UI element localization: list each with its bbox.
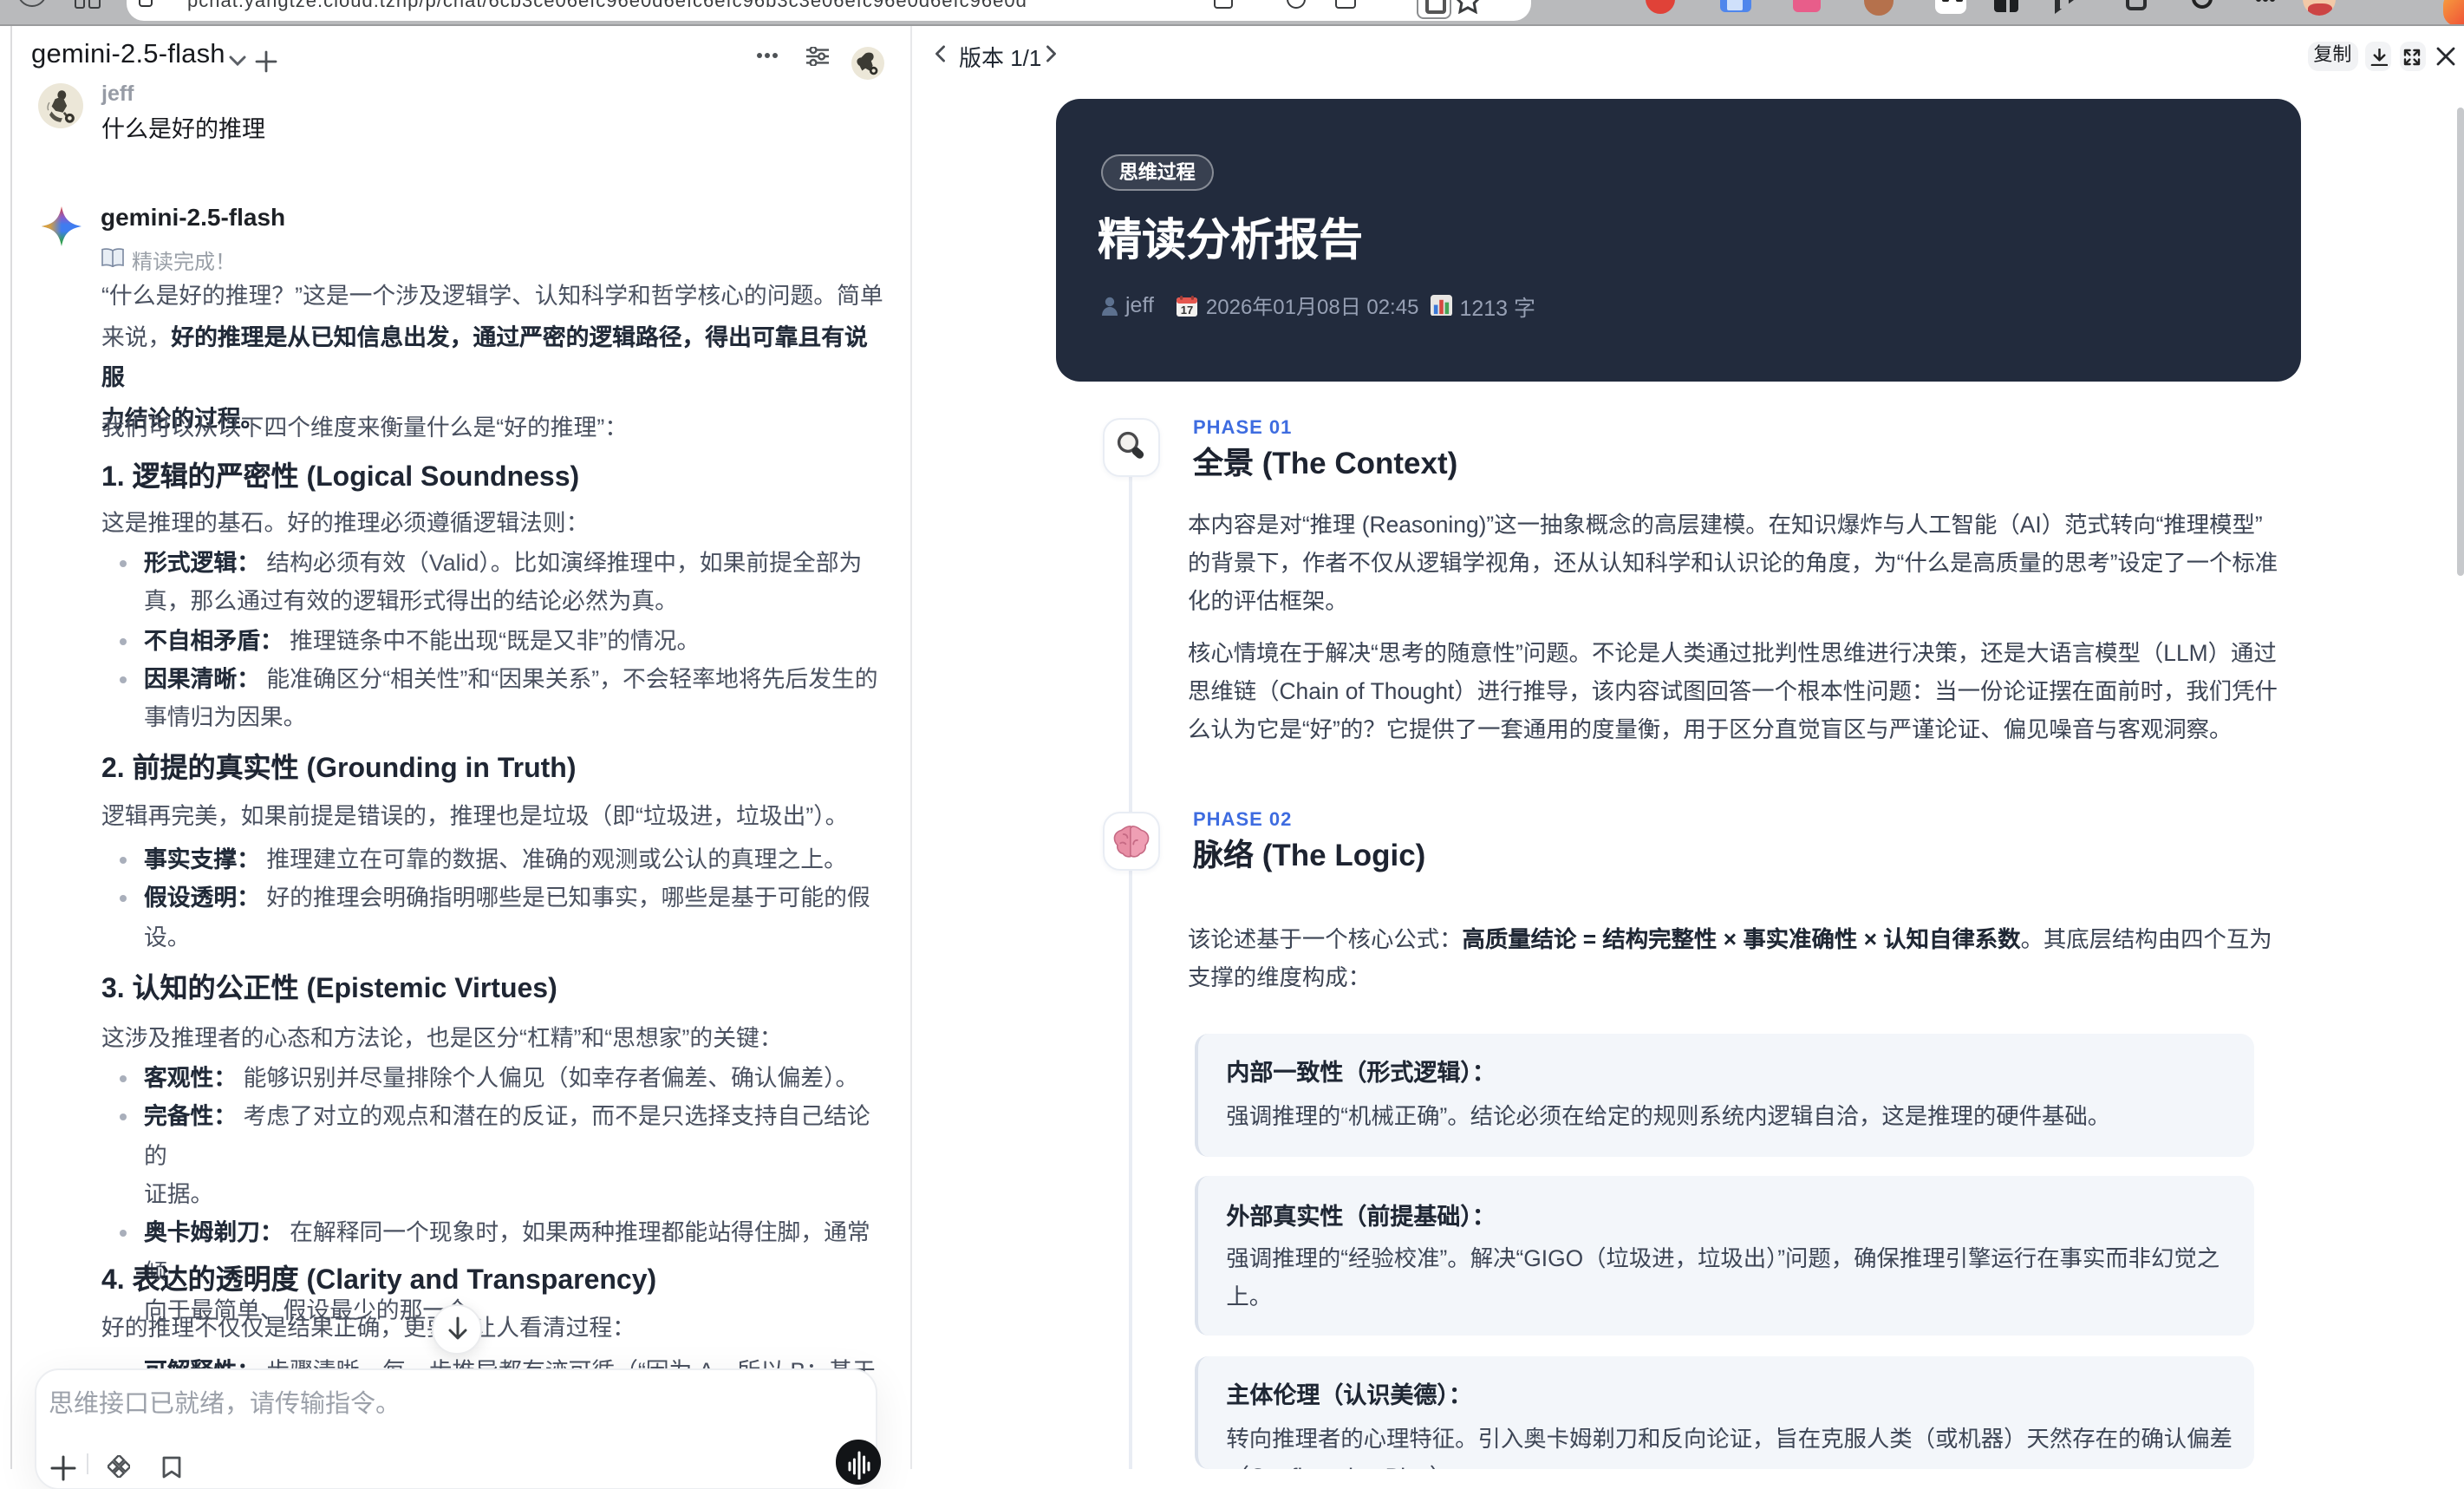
svg-text:17: 17 xyxy=(1182,303,1194,316)
